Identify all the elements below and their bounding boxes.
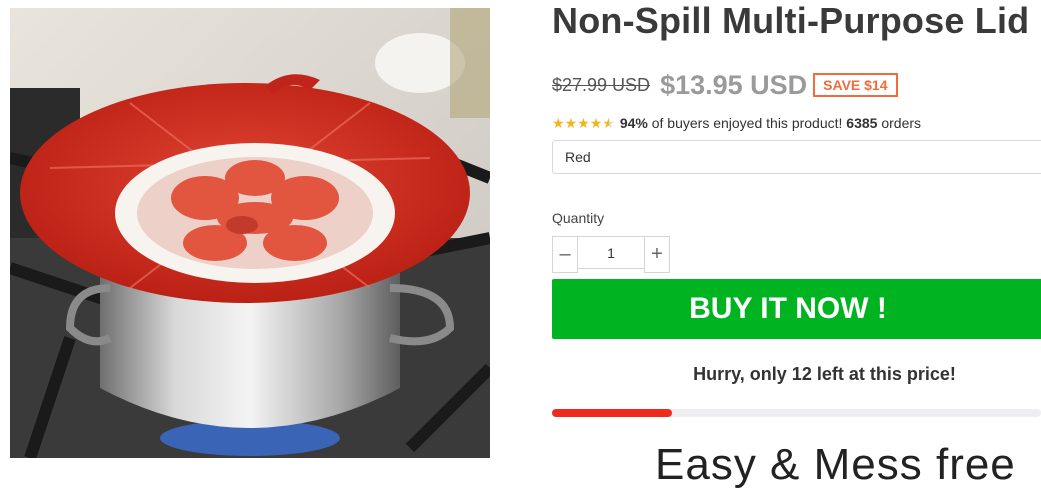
star-icon: ★ — [577, 115, 590, 131]
save-badge: SAVE $14 — [813, 73, 898, 97]
rating-percent: 94% — [619, 115, 648, 131]
product-title: Non-Spill Multi-Purpose Lid — [552, 0, 1030, 41]
orders-count: 6385 — [846, 115, 878, 131]
star-icon: ★ — [589, 115, 603, 131]
promo-heading: Easy & Mess free — [655, 440, 1016, 489]
stock-progress-bar — [552, 409, 1041, 417]
stock-urgency-text: Hurry, only 12 left at this price! — [693, 364, 956, 384]
orders-label: orders — [881, 115, 922, 131]
quantity-label: Quantity — [552, 210, 605, 226]
star-icon: ★ — [552, 115, 565, 131]
sale-price: $13.95 USD — [660, 69, 808, 100]
rating-row: ★ ★ ★ ★ ★ 94% of buyers enjoyed this pro… — [552, 115, 921, 131]
buy-it-now-button[interactable]: BUY IT NOW ! — [552, 279, 1041, 339]
pot-with-lid-illustration — [10, 8, 490, 458]
quantity-increase-button[interactable]: + — [644, 236, 670, 273]
price-row: $27.99 USD $13.95 USD SAVE $14 — [552, 68, 898, 102]
half-star-icon: ★ — [602, 115, 615, 131]
quantity-decrease-button[interactable]: – — [552, 236, 578, 273]
quantity-input[interactable]: 1 — [578, 236, 644, 269]
rating-stars: ★ ★ ★ ★ ★ — [552, 116, 615, 130]
quantity-stepper: – 1 + — [552, 236, 670, 273]
compare-at-price: $27.99 USD — [552, 74, 651, 95]
star-icon: ★ — [564, 115, 578, 131]
rating-text: of buyers enjoyed this product! — [651, 115, 843, 131]
color-variant-select[interactable]: Red — [552, 140, 1041, 174]
product-image[interactable] — [10, 8, 490, 458]
stock-progress-fill — [552, 409, 672, 417]
